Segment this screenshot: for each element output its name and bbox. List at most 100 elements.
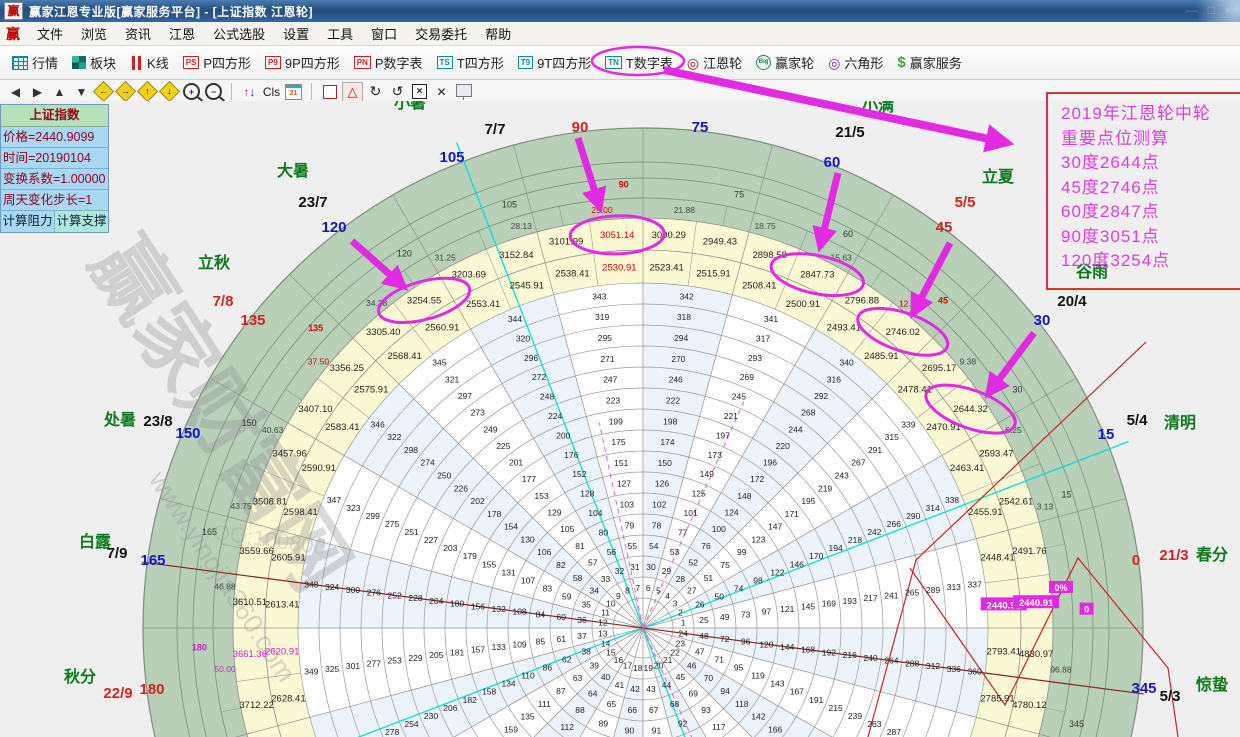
rotate-cw-icon[interactable]: ↻ xyxy=(366,83,385,101)
menu-item[interactable]: 设置 xyxy=(274,25,318,44)
nav-up-icon[interactable]: ▲ xyxy=(50,83,69,101)
transform-box-icon[interactable]: × xyxy=(410,83,429,101)
calendar-icon[interactable]: 21 xyxy=(284,83,303,101)
svg-text:31: 31 xyxy=(630,562,640,572)
wheel-outer-label: 7/8 xyxy=(213,293,234,310)
toolbar-button-p-table[interactable]: PNP数字表 xyxy=(347,50,430,76)
menu-item[interactable]: 窗口 xyxy=(362,25,406,44)
nav-first-icon[interactable]: ◀ xyxy=(6,83,25,101)
menu-item[interactable]: 工具 xyxy=(318,25,362,44)
menu-item[interactable]: 浏览 xyxy=(72,25,116,44)
svg-text:182: 182 xyxy=(463,695,477,705)
svg-text:2538.41: 2538.41 xyxy=(555,268,589,279)
svg-text:102: 102 xyxy=(652,500,666,510)
cls-button[interactable]: Cls xyxy=(262,83,281,101)
menu-item[interactable]: 江恩 xyxy=(160,25,204,44)
svg-text:152: 152 xyxy=(572,469,586,479)
shift-up-icon[interactable]: ↑ xyxy=(138,83,157,101)
menu-item[interactable]: 文件 xyxy=(28,25,72,44)
p-table-label: P数字表 xyxy=(375,53,423,72)
svg-text:90: 90 xyxy=(619,179,629,189)
toolbar-button-hangqing[interactable]: 行情 xyxy=(5,50,65,76)
toolbar-button-hexagon[interactable]: ◎六角形 xyxy=(821,50,890,76)
nav-down-icon[interactable]: ▼ xyxy=(72,83,91,101)
svg-text:343: 343 xyxy=(592,291,606,301)
svg-text:46: 46 xyxy=(687,660,697,670)
svg-text:144: 144 xyxy=(780,642,794,652)
calc-support-button[interactable]: 计算支撑 xyxy=(55,211,108,232)
svg-text:45: 45 xyxy=(938,296,948,306)
shift-down-icon[interactable]: ↓ xyxy=(160,83,179,101)
wheel-outer-label: 5/5 xyxy=(955,194,976,211)
square-tool-icon[interactable] xyxy=(320,83,339,101)
svg-text:298: 298 xyxy=(404,445,418,455)
toolbar-button-9t-square[interactable]: T99T四方形 xyxy=(511,50,599,76)
svg-text:227: 227 xyxy=(424,535,438,545)
toolbar-button-p-square[interactable]: PSP四方形 xyxy=(176,50,258,76)
gann-wheel-canvas[interactable]: 赢家财富网www.yingjia360.comQQ:10080012345678… xyxy=(0,101,1240,737)
wheel-outer-label: 小暑 xyxy=(394,101,426,112)
9p-square-badge-icon: P9 xyxy=(265,56,281,69)
wheel-outer-label: 春分 xyxy=(1195,545,1228,564)
annotation-line: 30度2644点 xyxy=(1061,151,1240,176)
svg-text:109: 109 xyxy=(512,639,526,649)
window-controls[interactable]: — □ × xyxy=(1186,3,1232,17)
screen-tool-icon[interactable] xyxy=(454,83,473,101)
svg-text:313: 313 xyxy=(947,582,961,592)
toolbar-button-kline[interactable]: K线 xyxy=(123,50,176,76)
svg-text:2785.91: 2785.91 xyxy=(980,694,1014,705)
toolbar-separator xyxy=(231,83,232,100)
price-marker-icon[interactable]: ↑↓ xyxy=(240,83,259,101)
panel-buttons: 计算阻力 计算支撑 xyxy=(1,211,108,232)
toolbar-button-bankuai[interactable]: 板块 xyxy=(65,50,123,76)
svg-text:172: 172 xyxy=(750,474,764,484)
zoom-out-icon[interactable]: − xyxy=(204,83,223,101)
svg-text:228: 228 xyxy=(408,593,422,603)
svg-text:59: 59 xyxy=(562,591,572,601)
svg-text:315: 315 xyxy=(885,432,899,442)
svg-text:60: 60 xyxy=(843,229,853,239)
shift-left-icon[interactable]: ← xyxy=(94,83,113,101)
toolbar-button-service[interactable]: $赢家服务 xyxy=(890,50,968,76)
wheel-outer-label: 135 xyxy=(240,312,265,329)
wheel-outer-label: 0 xyxy=(1132,552,1140,569)
toolbar-button-9p-square[interactable]: P99P四方形 xyxy=(258,50,347,76)
svg-text:93: 93 xyxy=(701,705,711,715)
svg-text:56: 56 xyxy=(607,547,617,557)
rotate-ccw-icon[interactable]: ↺ xyxy=(388,83,407,101)
svg-text:70: 70 xyxy=(704,673,714,683)
svg-text:39: 39 xyxy=(589,660,599,670)
toolbar-button-t-square[interactable]: TST四方形 xyxy=(430,50,511,76)
svg-text:287: 287 xyxy=(887,727,901,737)
wheel-outer-label: 20/4 xyxy=(1057,293,1087,310)
menu-item[interactable]: 公式选股 xyxy=(204,25,274,44)
menu-item[interactable]: 帮助 xyxy=(476,25,520,44)
toolbar-button-winner-wheel[interactable]: Big赢家轮 xyxy=(749,50,821,76)
close-icon[interactable]: × xyxy=(1225,3,1232,17)
calc-resistance-button[interactable]: 计算阻力 xyxy=(1,211,55,232)
svg-text:78: 78 xyxy=(652,520,662,530)
menu-item[interactable]: 交易委托 xyxy=(406,25,476,44)
toolbar-button-t-table[interactable]: TNT数字表 xyxy=(598,50,680,76)
nav-next-icon[interactable]: ▶ xyxy=(28,83,47,101)
svg-text:150: 150 xyxy=(658,458,672,468)
svg-text:2847.73: 2847.73 xyxy=(800,270,834,281)
menu-item[interactable]: 资讯 xyxy=(116,25,160,44)
svg-text:40: 40 xyxy=(601,672,611,682)
svg-text:150: 150 xyxy=(242,418,257,428)
zoom-in-icon[interactable]: + xyxy=(182,83,201,101)
svg-text:242: 242 xyxy=(867,527,881,537)
collapse-icon[interactable]: ✕ xyxy=(432,83,451,101)
svg-text:7: 7 xyxy=(635,583,640,593)
svg-text:32: 32 xyxy=(615,566,625,576)
triangle-tool-icon[interactable]: △ xyxy=(342,82,363,102)
shift-right-icon[interactable]: → xyxy=(116,83,135,101)
svg-text:47: 47 xyxy=(695,647,705,657)
toolbar-button-gann-wheel[interactable]: ◎江恩轮 xyxy=(680,50,749,76)
svg-text:180: 180 xyxy=(450,599,464,609)
minimize-icon[interactable]: — xyxy=(1186,3,1198,17)
maximize-icon[interactable]: □ xyxy=(1208,3,1215,17)
svg-text:2508.41: 2508.41 xyxy=(742,281,776,292)
svg-text:43: 43 xyxy=(646,684,656,694)
svg-text:51: 51 xyxy=(704,573,714,583)
